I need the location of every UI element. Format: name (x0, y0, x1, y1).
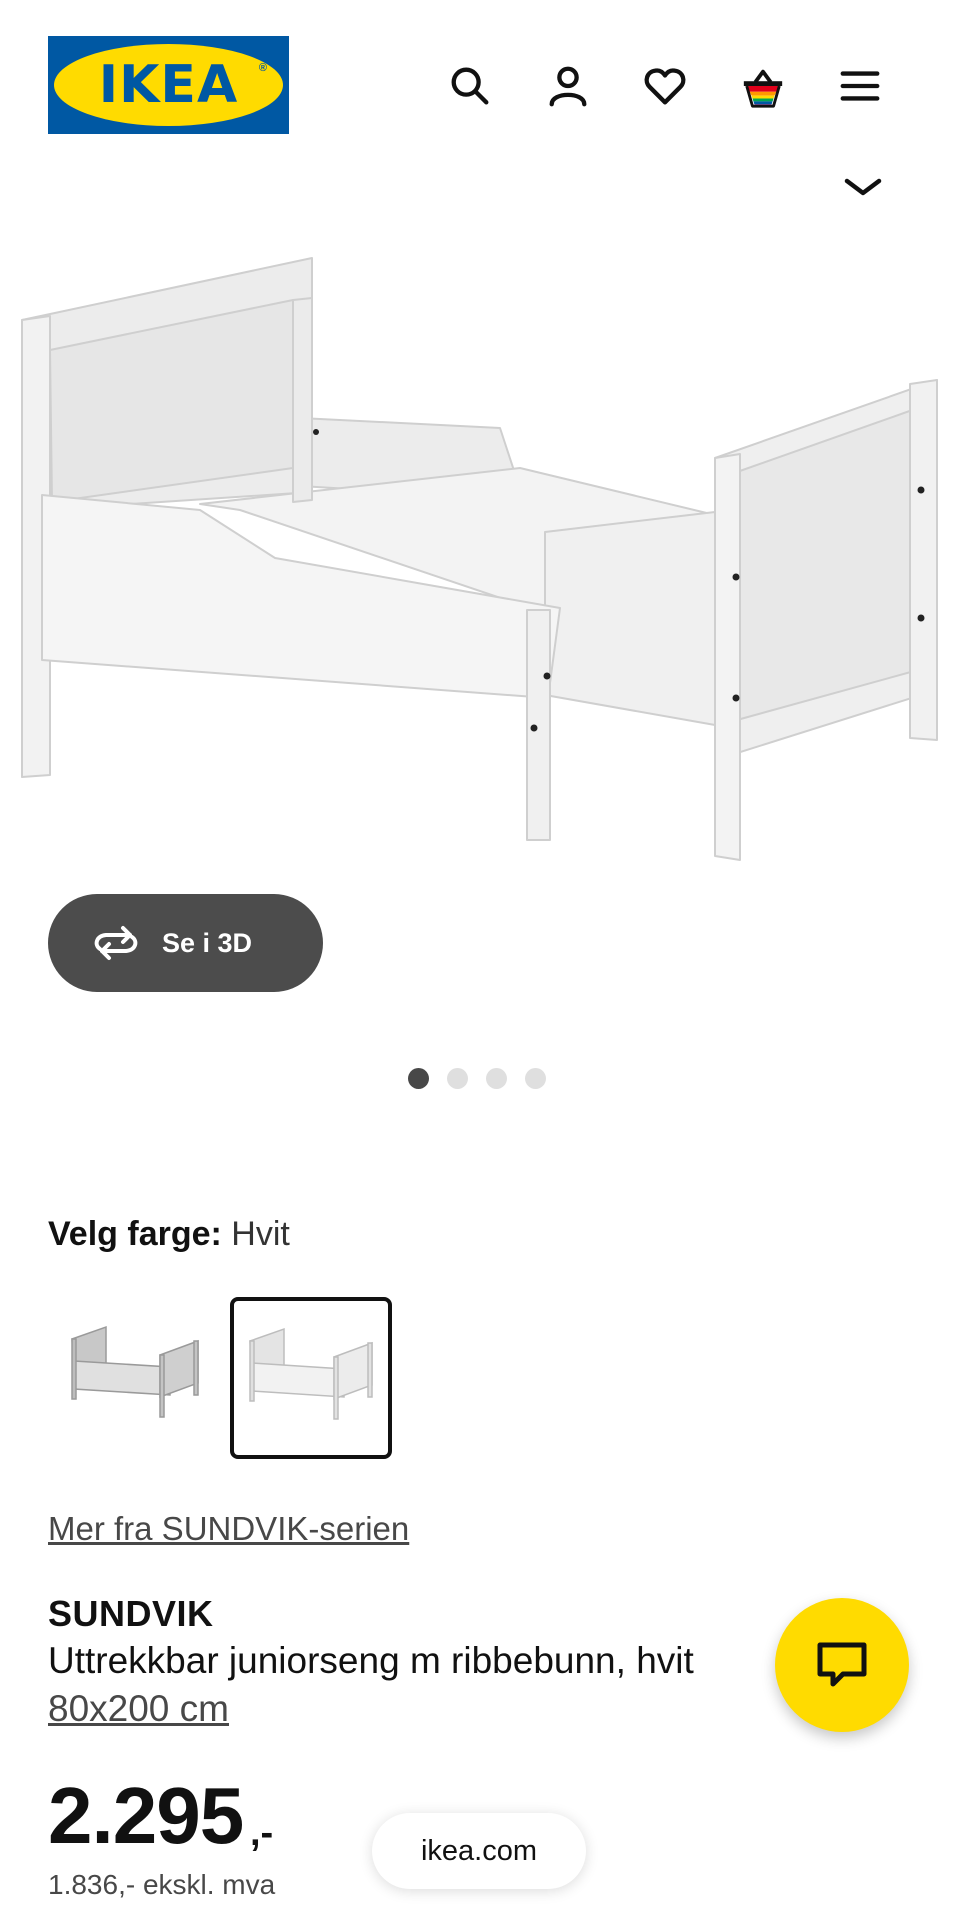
view-in-3d-label: Se i 3D (162, 927, 253, 958)
color-selector-heading: Velg farge: Hvit (48, 1215, 290, 1254)
product-price: 2.295 (48, 1771, 244, 1860)
gallery-dot-1[interactable] (408, 1068, 429, 1089)
product-name: SUNDVIK (48, 1593, 214, 1634)
product-size-link[interactable]: 80x200 cm (48, 1688, 229, 1730)
menu-icon[interactable] (832, 58, 888, 114)
view-in-3d-button[interactable]: Se i 3D (48, 894, 323, 992)
series-link[interactable]: Mer fra SUNDVIK-serien (48, 1510, 409, 1548)
color-swatch-grey[interactable] (58, 1297, 220, 1459)
logo-registered-mark: ® (258, 62, 267, 74)
chat-icon (817, 1642, 867, 1687)
price-suffix: ,- (250, 1812, 274, 1854)
basket-icon[interactable] (735, 58, 791, 114)
gallery-dot-4[interactable] (525, 1068, 546, 1089)
gallery-pagination (408, 1068, 546, 1089)
color-swatch-white[interactable] (230, 1297, 392, 1459)
browser-url-pill[interactable]: ikea.com (372, 1813, 586, 1889)
color-label: Velg farge: (48, 1215, 222, 1253)
price-ex-vat: 1.836,- ekskl. mva (48, 1869, 276, 1900)
chat-button[interactable] (775, 1598, 909, 1732)
product-image[interactable] (0, 240, 960, 880)
color-value: Hvit (231, 1215, 290, 1253)
chevron-down-icon[interactable] (838, 172, 888, 202)
search-icon[interactable] (442, 58, 498, 114)
account-icon[interactable] (540, 58, 596, 114)
gallery-dot-2[interactable] (447, 1068, 468, 1089)
logo-text: IKEA (98, 55, 239, 115)
ikea-logo[interactable]: IKEA ® (48, 36, 289, 134)
rotate-3d-icon (94, 926, 138, 960)
browser-domain: ikea.com (420, 1834, 538, 1867)
heart-icon[interactable] (637, 58, 693, 114)
gallery-dot-3[interactable] (486, 1068, 507, 1089)
